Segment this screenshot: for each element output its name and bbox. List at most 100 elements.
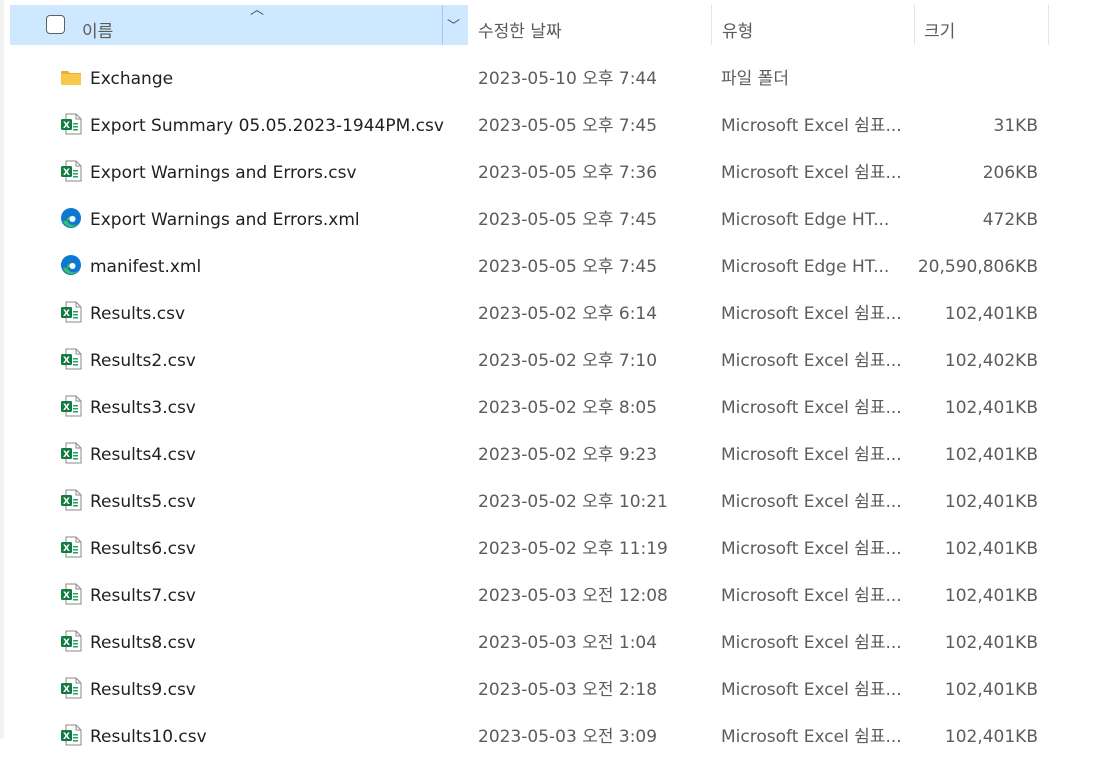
edge-icon — [60, 254, 82, 276]
excel-icon: X — [60, 724, 82, 746]
column-divider[interactable] — [711, 5, 712, 45]
column-divider[interactable] — [914, 5, 915, 45]
file-row[interactable]: X Export Warnings and Errors.csv 2023-05-0… — [0, 148, 1118, 195]
file-name: Results5.csv — [90, 492, 196, 512]
file-modified-date: 2023-05-05 오후 7:45 — [478, 210, 658, 230]
file-row[interactable]: X Results9.csv 2023-05-03 오전 2:18 Microsoft… — [0, 665, 1118, 712]
file-name: Exchange — [90, 69, 174, 89]
svg-text:X: X — [63, 638, 70, 648]
file-type: Microsoft Excel 쉼표... — [721, 116, 902, 136]
file-row[interactable]: X Results10.csv 2023-05-03 오전 3:09 Microsof… — [0, 712, 1118, 759]
svg-text:X: X — [63, 356, 70, 366]
file-size: 20,590,806KB — [917, 257, 1038, 277]
file-row[interactable]: X Results2.csv 2023-05-02 오후 7:10 Microsoft… — [0, 336, 1118, 383]
file-name: Export Warnings and Errors.xml — [90, 210, 360, 230]
file-row[interactable]: X Results6.csv 2023-05-02 오후 11:19 Microsof… — [0, 524, 1118, 571]
svg-text:X: X — [63, 450, 70, 460]
excel-icon: X — [60, 489, 82, 511]
column-divider[interactable] — [1048, 5, 1049, 45]
file-name: Results4.csv — [90, 445, 196, 465]
chevron-down-icon[interactable]: ﹀ — [447, 15, 460, 34]
svg-text:X: X — [63, 403, 70, 413]
file-type: Microsoft Excel 쉼표... — [721, 680, 902, 700]
file-modified-date: 2023-05-03 오전 1:04 — [478, 633, 658, 653]
file-modified-date: 2023-05-02 오후 9:23 — [478, 445, 658, 465]
file-row[interactable]: X Export Summary 05.05.2023-1944PM.csv 202… — [0, 101, 1118, 148]
excel-icon: X — [60, 630, 82, 652]
excel-icon: X — [60, 348, 82, 370]
file-name: Results7.csv — [90, 586, 196, 606]
file-row[interactable]: X Results5.csv 2023-05-02 오후 10:21 Microsof… — [0, 477, 1118, 524]
file-size: 102,401KB — [944, 304, 1038, 324]
file-size: 102,401KB — [944, 398, 1038, 418]
file-modified-date: 2023-05-05 오후 7:45 — [478, 116, 658, 136]
file-type: Microsoft Excel 쉼표... — [721, 351, 902, 371]
file-modified-date: 2023-05-10 오후 7:44 — [478, 69, 658, 89]
file-row[interactable]: X Results4.csv 2023-05-02 오후 9:23 Microsoft… — [0, 430, 1118, 477]
file-row[interactable]: X Results7.csv 2023-05-03 오전 12:08 Microsof… — [0, 571, 1118, 618]
select-all-checkbox[interactable] — [46, 15, 65, 34]
file-name: Results10.csv — [90, 727, 207, 747]
file-name: Results3.csv — [90, 398, 196, 418]
file-row[interactable]: Exchange 2023-05-10 오후 7:44 파일 폴더 — [0, 54, 1118, 101]
file-modified-date: 2023-05-05 오후 7:45 — [478, 257, 658, 277]
svg-text:X: X — [63, 732, 70, 742]
svg-text:X: X — [63, 121, 70, 131]
excel-icon: X — [60, 301, 82, 323]
file-size: 472KB — [982, 210, 1038, 230]
file-type: Microsoft Excel 쉼표... — [721, 398, 902, 418]
file-type: Microsoft Excel 쉼표... — [721, 539, 902, 559]
excel-icon: X — [60, 677, 82, 699]
file-row[interactable]: X Results.csv 2023-05-02 오후 6:14 Microsoft … — [0, 289, 1118, 336]
file-type: Microsoft Excel 쉼표... — [721, 304, 902, 324]
column-header-name[interactable]: 이름 ︿ ﹀ — [10, 2, 468, 45]
file-type: 파일 폴더 — [721, 69, 789, 89]
column-header-type[interactable]: 유형 — [722, 17, 753, 42]
file-name: Results9.csv — [90, 680, 196, 700]
file-type: Microsoft Edge HT... — [721, 257, 890, 277]
file-size: 102,402KB — [944, 351, 1038, 371]
file-row[interactable]: X Results8.csv 2023-05-03 오전 1:04 Microsoft… — [0, 618, 1118, 665]
file-modified-date: 2023-05-02 오후 10:21 — [478, 492, 668, 512]
excel-icon: X — [60, 395, 82, 417]
file-size: 102,401KB — [944, 680, 1038, 700]
column-header-bar: 이름 ︿ ﹀ 수정한 날짜 유형 크기 — [0, 0, 1118, 46]
file-type: Microsoft Edge HT... — [721, 210, 890, 230]
svg-text:X: X — [63, 309, 70, 319]
file-modified-date: 2023-05-05 오후 7:36 — [478, 163, 658, 183]
excel-icon: X — [60, 113, 82, 135]
svg-text:X: X — [63, 544, 70, 554]
column-split-line — [442, 5, 443, 45]
excel-icon: X — [60, 160, 82, 182]
file-size: 102,401KB — [944, 492, 1038, 512]
file-type: Microsoft Excel 쉼표... — [721, 633, 902, 653]
column-name-label: 이름 — [82, 22, 114, 42]
column-header-date[interactable]: 수정한 날짜 — [478, 17, 562, 42]
excel-icon: X — [60, 536, 82, 558]
file-type: Microsoft Excel 쉼표... — [721, 492, 902, 512]
file-modified-date: 2023-05-02 오후 6:14 — [478, 304, 658, 324]
file-name: Results.csv — [90, 304, 186, 324]
file-name: Results2.csv — [90, 351, 196, 371]
file-size: 206KB — [982, 163, 1038, 183]
file-row[interactable]: X Results3.csv 2023-05-02 오후 8:05 Microsoft… — [0, 383, 1118, 430]
file-size: 102,401KB — [944, 539, 1038, 559]
svg-text:X: X — [63, 685, 70, 695]
edge-icon — [60, 207, 82, 229]
file-type: Microsoft Excel 쉼표... — [721, 163, 902, 183]
file-row[interactable]: manifest.xml 2023-05-05 오후 7:45 Microsoft … — [0, 242, 1118, 289]
folder-icon — [60, 66, 82, 88]
file-type: Microsoft Excel 쉼표... — [721, 727, 902, 747]
file-name: Results8.csv — [90, 633, 196, 653]
column-header-size[interactable]: 크기 — [924, 17, 955, 42]
file-row[interactable]: Export Warnings and Errors.xml 2023-05-05… — [0, 195, 1118, 242]
file-size: 102,401KB — [944, 445, 1038, 465]
file-size: 102,401KB — [944, 586, 1038, 606]
file-size: 31KB — [993, 116, 1038, 136]
svg-text:X: X — [63, 497, 70, 507]
svg-text:X: X — [63, 168, 70, 178]
svg-text:X: X — [63, 591, 70, 601]
file-modified-date: 2023-05-03 오전 2:18 — [478, 680, 658, 700]
file-name: manifest.xml — [90, 257, 202, 277]
excel-icon: X — [60, 442, 82, 464]
